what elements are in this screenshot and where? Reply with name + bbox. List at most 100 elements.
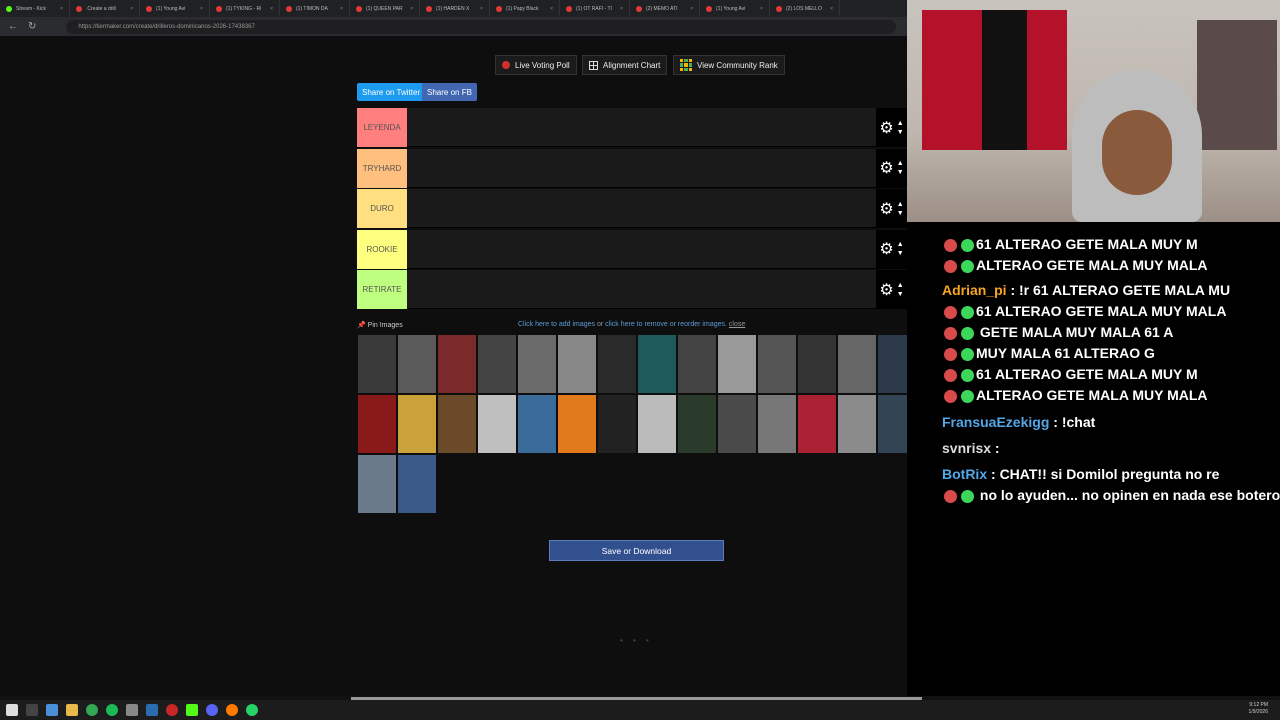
- tab-close-icon[interactable]: ×: [830, 6, 833, 12]
- tab-close-icon[interactable]: ×: [60, 6, 63, 12]
- chevron-down-icon[interactable]: ▼: [897, 128, 904, 137]
- browser-tab[interactable]: (1) Young Avi ×: [140, 0, 210, 17]
- gear-icon[interactable]: ⚙: [879, 158, 893, 178]
- remove-images-link[interactable]: click here to remove or reorder images.: [605, 321, 727, 328]
- file-explorer-icon[interactable]: [66, 704, 78, 716]
- discord-icon[interactable]: [206, 704, 218, 716]
- tier-row[interactable]: ROOKIE ⚙ ▲ ▼: [357, 229, 907, 269]
- url-field[interactable]: https://tiermaker.com/create/drilleros-d…: [66, 19, 897, 34]
- browser-tab[interactable]: (1) OT RAFI - TI ×: [560, 0, 630, 17]
- browser-tab[interactable]: (1) TIMON DA ×: [280, 0, 350, 17]
- chevron-down-icon[interactable]: ▼: [897, 168, 904, 177]
- pin-images-toggle[interactable]: 📌 Pin Images: [357, 321, 403, 329]
- tier-image-thumb[interactable]: [637, 334, 677, 394]
- obs-icon[interactable]: [166, 704, 178, 716]
- tab-close-icon[interactable]: ×: [130, 6, 133, 12]
- tier-image-thumb[interactable]: [637, 394, 677, 454]
- share-fb-button[interactable]: Share on FB: [422, 83, 477, 101]
- chevron-down-icon[interactable]: ▼: [897, 209, 904, 218]
- tier-image-thumb[interactable]: [757, 334, 797, 394]
- tab-close-icon[interactable]: ×: [410, 6, 413, 12]
- share-twitter-button[interactable]: Share on Twitter: [357, 83, 426, 101]
- live-voting-poll-button[interactable]: Live Voting Poll: [495, 55, 577, 75]
- windows-start-icon[interactable]: [6, 704, 18, 716]
- back-icon[interactable]: ←: [8, 21, 18, 32]
- tier-image-thumb[interactable]: [717, 394, 757, 454]
- gear-icon[interactable]: ⚙: [879, 118, 893, 138]
- tier-image-thumb[interactable]: [837, 334, 877, 394]
- chevron-up-icon[interactable]: ▲: [897, 281, 904, 290]
- browser-tab[interactable]: (2) LOS MELLO ×: [770, 0, 840, 17]
- tier-image-thumb[interactable]: [797, 334, 837, 394]
- chevron-up-icon[interactable]: ▲: [897, 200, 904, 209]
- close-link[interactable]: close: [729, 321, 745, 328]
- tab-close-icon[interactable]: ×: [480, 6, 483, 12]
- gear-icon[interactable]: ⚙: [879, 280, 893, 300]
- browser-tab[interactable]: (1) QUEEN PAR ×: [350, 0, 420, 17]
- add-images-link[interactable]: Click here to add images: [518, 321, 595, 328]
- browser-tab[interactable]: (1) Papy Black ×: [490, 0, 560, 17]
- chat-username[interactable]: svnrisx: [942, 440, 991, 456]
- gear-icon[interactable]: ⚙: [879, 239, 893, 259]
- app-icon[interactable]: [126, 704, 138, 716]
- system-clock[interactable]: 9:12 PM 1/9/2026: [1249, 702, 1268, 716]
- search-icon[interactable]: [26, 704, 38, 716]
- tab-close-icon[interactable]: ×: [200, 6, 203, 12]
- browser-tab[interactable]: (2) MEMO ATI ×: [630, 0, 700, 17]
- tier-image-thumb[interactable]: [557, 334, 597, 394]
- community-rank-button[interactable]: View Community Rank: [673, 55, 785, 75]
- chevron-down-icon[interactable]: ▼: [897, 249, 904, 258]
- tab-close-icon[interactable]: ×: [550, 6, 553, 12]
- chrome-icon[interactable]: [86, 704, 98, 716]
- tier-image-thumb[interactable]: [357, 394, 397, 454]
- tier-label[interactable]: TRYHARD: [357, 148, 407, 188]
- tier-row[interactable]: TRYHARD ⚙ ▲ ▼: [357, 148, 907, 188]
- tier-image-thumb[interactable]: [557, 394, 597, 454]
- chat-username[interactable]: FransuaEzekigg: [942, 414, 1049, 430]
- chat-username[interactable]: Adrian_pi: [942, 282, 1007, 298]
- tier-image-thumb[interactable]: [397, 454, 437, 514]
- spotify-icon[interactable]: [106, 704, 118, 716]
- tier-label[interactable]: LEYENDA: [357, 108, 407, 147]
- taskview-icon[interactable]: [46, 704, 58, 716]
- tier-image-thumb[interactable]: [357, 334, 397, 394]
- browser-tab[interactable]: (1) HARDEN X ×: [420, 0, 490, 17]
- tier-image-thumb[interactable]: [357, 454, 397, 514]
- kick-icon[interactable]: [186, 704, 198, 716]
- tier-image-thumb[interactable]: [677, 394, 717, 454]
- tier-label[interactable]: ROOKIE: [357, 229, 407, 269]
- tier-image-thumb[interactable]: [837, 394, 877, 454]
- tier-image-thumb[interactable]: [477, 394, 517, 454]
- tier-image-thumb[interactable]: [597, 394, 637, 454]
- browser-tab[interactable]: Stream - Kick ×: [0, 0, 70, 17]
- tab-close-icon[interactable]: ×: [760, 6, 763, 12]
- tier-image-thumb[interactable]: [437, 334, 477, 394]
- tier-image-thumb[interactable]: [477, 334, 517, 394]
- tier-image-thumb[interactable]: [517, 334, 557, 394]
- tier-image-thumb[interactable]: [437, 394, 477, 454]
- app-icon[interactable]: [226, 704, 238, 716]
- chevron-up-icon[interactable]: ▲: [897, 119, 904, 128]
- tier-row[interactable]: LEYENDA ⚙ ▲ ▼: [357, 108, 907, 147]
- tier-image-thumb[interactable]: [757, 394, 797, 454]
- gear-icon[interactable]: ⚙: [879, 199, 893, 219]
- tier-image-thumb[interactable]: [397, 394, 437, 454]
- save-download-button[interactable]: Save or Download: [549, 540, 724, 561]
- tier-image-thumb[interactable]: [397, 334, 437, 394]
- tab-close-icon[interactable]: ×: [620, 6, 623, 12]
- browser-tab[interactable]: .Create a drill ×: [70, 0, 140, 17]
- chat-username[interactable]: BotRix: [942, 466, 987, 482]
- tier-label[interactable]: DURO: [357, 189, 407, 228]
- tier-image-thumb[interactable]: [597, 334, 637, 394]
- alignment-chart-button[interactable]: Alignment Chart: [582, 55, 668, 75]
- tab-close-icon[interactable]: ×: [690, 6, 693, 12]
- chevron-up-icon[interactable]: ▲: [897, 240, 904, 249]
- whatsapp-icon[interactable]: [246, 704, 258, 716]
- tier-row[interactable]: DURO ⚙ ▲ ▼: [357, 189, 907, 228]
- app-icon[interactable]: [146, 704, 158, 716]
- reload-icon[interactable]: ↻: [28, 21, 36, 32]
- tier-image-thumb[interactable]: [677, 334, 717, 394]
- chevron-up-icon[interactable]: ▲: [897, 159, 904, 168]
- tier-image-thumb[interactable]: [517, 394, 557, 454]
- tab-close-icon[interactable]: ×: [340, 6, 343, 12]
